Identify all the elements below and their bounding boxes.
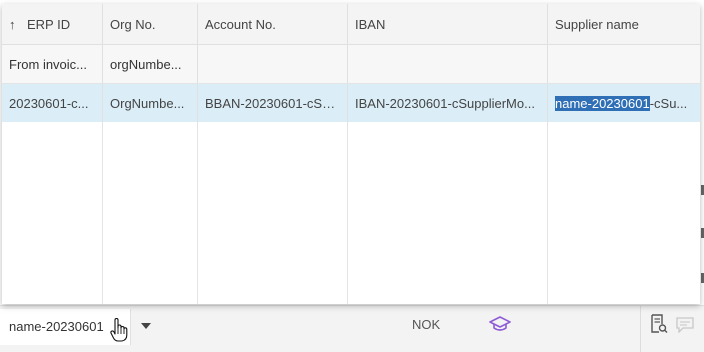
hand-cursor-icon — [110, 318, 128, 342]
filter-cell-iban[interactable] — [348, 45, 548, 83]
cell-iban: IBAN-20230601-cSupplierMo... — [348, 84, 548, 122]
supplier-dropdown-button[interactable] — [134, 314, 158, 338]
column-divider — [640, 306, 641, 352]
caret-down-icon — [141, 323, 151, 329]
document-search-icon[interactable] — [650, 314, 668, 334]
column-header-label: Supplier name — [555, 16, 639, 32]
column-header-iban[interactable]: IBAN — [348, 4, 548, 44]
filter-row: From invoic... orgNumbe... — [2, 45, 700, 84]
column-divider — [347, 122, 348, 304]
filter-cell-account-no[interactable] — [198, 45, 348, 83]
filter-cell-org-no[interactable]: orgNumbe... — [103, 45, 198, 83]
column-header-label: Account No. — [205, 16, 276, 32]
invoice-line-row: name-20230601 NOK — [0, 305, 704, 352]
column-header-supplier-name[interactable]: Supplier name — [548, 4, 700, 44]
table-header: ↑ ERP ID Org No. Account No. IBAN Suppli… — [2, 4, 700, 45]
cell-account-no: BBAN-20230601-cSu... — [198, 84, 348, 122]
comment-icon[interactable] — [676, 317, 694, 333]
filter-cell-erp-id[interactable]: From invoic... — [2, 45, 103, 83]
column-header-org-no[interactable]: Org No. — [103, 4, 198, 44]
column-header-account-no[interactable]: Account No. — [198, 4, 348, 44]
filter-cell-supplier-name[interactable] — [548, 45, 700, 83]
empty-table-area — [2, 122, 700, 304]
supplier-name-rest: -cSu... — [649, 95, 688, 111]
supplier-lookup-popup: ↑ ERP ID Org No. Account No. IBAN Suppli… — [2, 4, 700, 304]
supplier-input-value: name-20230601 — [9, 319, 104, 334]
column-divider — [102, 122, 103, 304]
cell-erp-id: 20230601-c... — [2, 84, 103, 122]
table-row[interactable]: 20230601-c... OrgNumbe... BBAN-20230601-… — [2, 84, 700, 122]
column-divider — [547, 122, 548, 304]
currency-label: NOK — [412, 317, 441, 332]
column-header-label: Org No. — [110, 16, 156, 32]
column-divider — [197, 122, 198, 304]
column-header-erp-id[interactable]: ↑ ERP ID — [2, 4, 103, 44]
sort-ascending-icon: ↑ — [9, 16, 16, 32]
column-header-label: IBAN — [355, 16, 386, 32]
matched-text-highlight: name-20230601 — [555, 95, 650, 111]
cell-org-no: OrgNumbe... — [103, 84, 198, 122]
cell-supplier-name: name-20230601 -cSu... — [548, 84, 700, 122]
graduation-cap-icon[interactable] — [489, 315, 511, 333]
column-header-label: ERP ID — [27, 16, 71, 32]
